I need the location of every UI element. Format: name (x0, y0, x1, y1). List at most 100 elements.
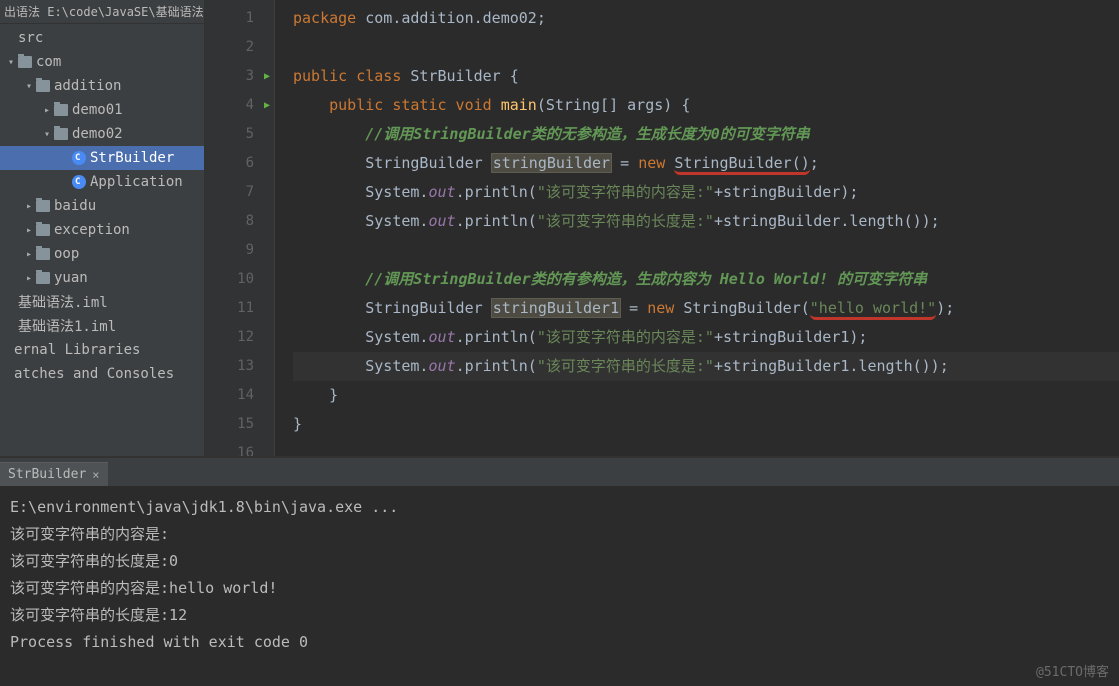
line-number[interactable]: 11 (205, 294, 274, 323)
folder-icon (54, 128, 68, 140)
code-line[interactable]: StringBuilder stringBuilder1 = new Strin… (293, 294, 1119, 323)
code-line[interactable]: System.out.println("该可变字符串的内容是:"+stringB… (293, 178, 1119, 207)
breadcrumb: 出语法 E:\code\JavaSE\基础语法 (0, 0, 204, 24)
folder-icon (36, 224, 50, 236)
code-line[interactable]: public class StrBuilder { (293, 62, 1119, 91)
tree-label: baidu (54, 198, 96, 214)
code-line[interactable]: //调用StringBuilder类的有参构造，生成内容为 Hello Worl… (293, 265, 1119, 294)
chevron-icon[interactable]: ▾ (6, 57, 16, 68)
code-line[interactable]: public static void main(String[] args) { (293, 91, 1119, 120)
tree-label: demo01 (72, 102, 123, 118)
class-icon (72, 151, 86, 165)
tree-label: atches and Consoles (14, 366, 174, 382)
class-icon (72, 175, 86, 189)
tree-row-基础语法1.iml[interactable]: 基础语法1.iml (0, 314, 204, 338)
console-line: 该可变字符串的长度是:0 (10, 548, 1109, 575)
console-line: 该可变字符串的内容是:hello world! (10, 575, 1109, 602)
tree-row-oop[interactable]: ▸ oop (0, 242, 204, 266)
code-line[interactable] (293, 439, 1119, 456)
folder-icon (36, 200, 50, 212)
code-line[interactable]: } (293, 410, 1119, 439)
tree-row-baidu[interactable]: ▸ baidu (0, 194, 204, 218)
watermark: @51CTO博客 (1036, 661, 1109, 680)
chevron-icon[interactable]: ▾ (24, 81, 34, 92)
line-number[interactable]: 10 (205, 265, 274, 294)
tree-label: 基础语法1.iml (18, 316, 116, 336)
console-output[interactable]: E:\environment\java\jdk1.8\bin\java.exe … (0, 486, 1119, 686)
line-number[interactable]: 15 (205, 410, 274, 439)
code-area[interactable]: package com.addition.demo02; public class… (275, 0, 1119, 456)
code-line[interactable] (293, 236, 1119, 265)
line-number[interactable]: 9 (205, 236, 274, 265)
tree-label: demo02 (72, 126, 123, 142)
code-line[interactable]: System.out.println("该可变字符串的长度是:"+stringB… (293, 352, 1119, 381)
tree-label: com (36, 54, 61, 70)
tree-row-com[interactable]: ▾ com (0, 50, 204, 74)
code-line[interactable]: package com.addition.demo02; (293, 4, 1119, 33)
console-tab-label: StrBuilder (8, 463, 86, 487)
console-tab-bar: StrBuilder × (0, 458, 1119, 486)
tree-row-StrBuilder[interactable]: StrBuilder (0, 146, 204, 170)
tree-body: src▾com▾addition▸demo01▾demo02StrBuilder… (0, 24, 204, 386)
project-tree-panel: 出语法 E:\code\JavaSE\基础语法 src▾com▾addition… (0, 0, 205, 456)
line-number[interactable]: 5 (205, 120, 274, 149)
chevron-icon[interactable]: ▸ (24, 273, 34, 284)
chevron-icon[interactable]: ▸ (24, 225, 34, 236)
tree-label: exception (54, 222, 130, 238)
tree-row-ernal Libraries[interactable]: ernal Libraries (0, 338, 204, 362)
folder-icon (36, 80, 50, 92)
code-line[interactable]: System.out.println("该可变字符串的内容是:"+stringB… (293, 323, 1119, 352)
tree-label: yuan (54, 270, 88, 286)
chevron-icon[interactable]: ▸ (42, 105, 52, 116)
tree-row-exception[interactable]: ▸ exception (0, 218, 204, 242)
tree-row-demo02[interactable]: ▾ demo02 (0, 122, 204, 146)
console-line: 该可变字符串的内容是: (10, 521, 1109, 548)
console-tab[interactable]: StrBuilder × (0, 462, 108, 486)
line-number[interactable]: 8 (205, 207, 274, 236)
tree-label: StrBuilder (90, 150, 174, 166)
code-line[interactable] (293, 33, 1119, 62)
tree-label: ernal Libraries (14, 342, 140, 358)
line-number[interactable]: 4 (205, 91, 274, 120)
main-split: 出语法 E:\code\JavaSE\基础语法 src▾com▾addition… (0, 0, 1119, 456)
line-number[interactable]: 14 (205, 381, 274, 410)
tree-label: oop (54, 246, 79, 262)
folder-icon (36, 272, 50, 284)
console-line: E:\environment\java\jdk1.8\bin\java.exe … (10, 494, 1109, 521)
folder-icon (18, 56, 32, 68)
line-number[interactable]: 16 (205, 439, 274, 456)
line-number[interactable]: 3 (205, 62, 274, 91)
tree-label: Application (90, 174, 183, 190)
code-line[interactable]: } (293, 381, 1119, 410)
close-icon[interactable]: × (92, 463, 99, 487)
line-number[interactable]: 1 (205, 4, 274, 33)
code-line[interactable]: //调用StringBuilder类的无参构造，生成长度为0的可变字符串 (293, 120, 1119, 149)
tree-row-src[interactable]: src (0, 26, 204, 50)
console-panel: StrBuilder × E:\environment\java\jdk1.8\… (0, 456, 1119, 686)
console-line: 该可变字符串的长度是:12 (10, 602, 1109, 629)
line-number[interactable]: 13 (205, 352, 274, 381)
line-number[interactable]: 12 (205, 323, 274, 352)
tree-label: 基础语法.iml (18, 292, 108, 312)
folder-icon (36, 248, 50, 260)
tree-label: src (18, 30, 43, 46)
line-number[interactable]: 2 (205, 33, 274, 62)
tree-row-demo01[interactable]: ▸ demo01 (0, 98, 204, 122)
chevron-icon[interactable]: ▸ (24, 201, 34, 212)
tree-row-Application[interactable]: Application (0, 170, 204, 194)
code-line[interactable]: System.out.println("该可变字符串的长度是:"+stringB… (293, 207, 1119, 236)
chevron-icon[interactable]: ▾ (42, 129, 52, 140)
tree-row-atches and Consoles[interactable]: atches and Consoles (0, 362, 204, 386)
tree-row-yuan[interactable]: ▸ yuan (0, 266, 204, 290)
line-number[interactable]: 7 (205, 178, 274, 207)
editor-panel: 12345678910111213141516 package com.addi… (205, 0, 1119, 456)
tree-row-基础语法.iml[interactable]: 基础语法.iml (0, 290, 204, 314)
gutter: 12345678910111213141516 (205, 0, 275, 456)
tree-label: addition (54, 78, 121, 94)
line-number[interactable]: 6 (205, 149, 274, 178)
console-line: Process finished with exit code 0 (10, 629, 1109, 656)
code-line[interactable]: StringBuilder stringBuilder = new String… (293, 149, 1119, 178)
tree-row-addition[interactable]: ▾ addition (0, 74, 204, 98)
chevron-icon[interactable]: ▸ (24, 249, 34, 260)
folder-icon (54, 104, 68, 116)
